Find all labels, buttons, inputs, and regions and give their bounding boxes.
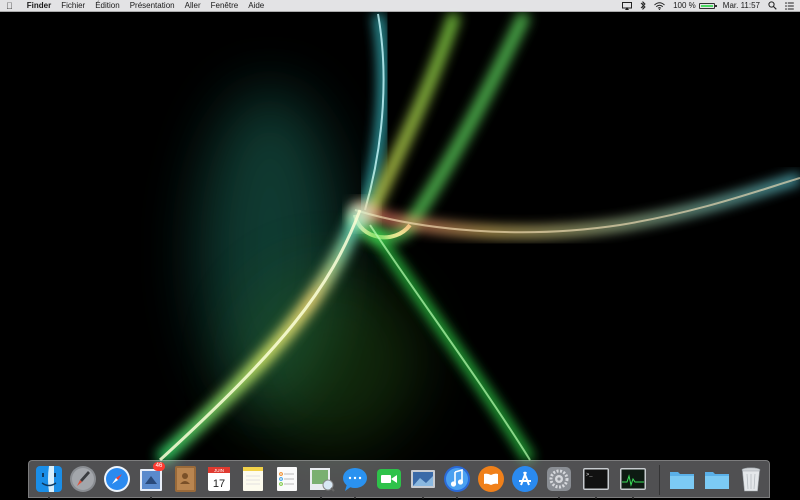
running-indicator [320, 497, 322, 499]
folder-icon [670, 472, 694, 489]
running-indicator [150, 497, 152, 499]
running-indicator [632, 497, 634, 499]
dock-app-store[interactable] [510, 464, 540, 494]
dock-photo-booth[interactable] [408, 464, 438, 499]
running-indicator [354, 497, 356, 499]
menu-fenetre[interactable]: Fenêtre [211, 1, 239, 10]
bluetooth-icon[interactable] [640, 1, 646, 10]
running-indicator [595, 497, 597, 499]
reminders-icon [277, 467, 297, 491]
messages-icon [343, 468, 367, 491]
dock-ibooks[interactable] [476, 464, 506, 494]
running-indicator [456, 497, 458, 499]
app-store-icon [512, 466, 538, 492]
menu-bar:  Finder Fichier Édition Présentation Al… [0, 0, 800, 12]
dock-calendar[interactable]: JUIN 17 [204, 464, 234, 494]
notes-icon [243, 467, 263, 491]
wifi-icon[interactable] [654, 1, 665, 10]
airplay-icon[interactable] [622, 1, 633, 10]
contacts-icon [175, 466, 196, 492]
desktop-wallpaper [0, 0, 800, 500]
dock-applications-stack[interactable] [667, 464, 697, 494]
running-indicator [558, 497, 560, 499]
calendar-month: JUIN [214, 468, 224, 473]
spotlight-search-icon[interactable] [768, 1, 777, 10]
downloads-folder-icon [705, 472, 729, 489]
battery-percent: 100 % [673, 1, 696, 10]
battery-icon [698, 2, 717, 9]
preview-icon [310, 468, 335, 492]
apple-menu-icon[interactable]:  [6, 1, 13, 11]
dock-preview[interactable] [306, 464, 336, 499]
safari-icon [104, 466, 130, 492]
dock-terminal[interactable]: >_ [581, 464, 611, 499]
facetime-icon [377, 469, 401, 489]
dock-finder[interactable] [34, 464, 64, 499]
mail-badge: 46 [153, 462, 165, 471]
launchpad-icon [70, 466, 96, 492]
menu-app-name[interactable]: Finder [27, 1, 51, 10]
ibooks-icon [478, 466, 504, 492]
battery-status[interactable]: 100 % [673, 1, 717, 10]
dock-facetime[interactable] [374, 464, 404, 494]
dock-downloads-stack[interactable] [702, 464, 732, 494]
running-indicator [48, 497, 50, 499]
dock-separator [659, 465, 660, 495]
notification-center-icon[interactable] [785, 1, 794, 10]
calendar-icon: JUIN 17 [208, 467, 230, 491]
running-indicator [422, 497, 424, 499]
dock-trash[interactable] [736, 464, 766, 494]
clock[interactable]: Mar. 11:57 [723, 1, 760, 10]
terminal-prompt: >_ [586, 471, 593, 478]
photo-icon [411, 470, 435, 488]
menu-edition[interactable]: Édition [95, 1, 119, 10]
menu-fichier[interactable]: Fichier [61, 1, 85, 10]
menu-aller[interactable]: Aller [185, 1, 201, 10]
menu-aide[interactable]: Aide [248, 1, 264, 10]
dock-system-preferences[interactable] [544, 464, 574, 499]
dock-contacts[interactable] [170, 464, 200, 494]
dock-messages[interactable] [340, 464, 370, 499]
dock-launchpad[interactable] [68, 464, 98, 494]
dock-notes[interactable] [238, 464, 268, 494]
calendar-day: 17 [213, 478, 225, 490]
dock-mail[interactable]: 46 [136, 462, 166, 499]
itunes-icon [444, 466, 470, 492]
dock-reminders[interactable] [272, 464, 302, 494]
trash-icon [741, 467, 761, 492]
dock: 46 JUIN 17 >_ [28, 460, 770, 499]
dock-activity-monitor[interactable] [618, 464, 648, 499]
dock-safari[interactable] [102, 464, 132, 494]
dock-itunes[interactable] [442, 464, 472, 499]
terminal-icon: >_ [583, 468, 609, 490]
finder-icon [36, 466, 62, 492]
activity-monitor-icon [620, 468, 646, 490]
system-preferences-icon [547, 467, 571, 491]
menu-presentation[interactable]: Présentation [130, 1, 175, 10]
